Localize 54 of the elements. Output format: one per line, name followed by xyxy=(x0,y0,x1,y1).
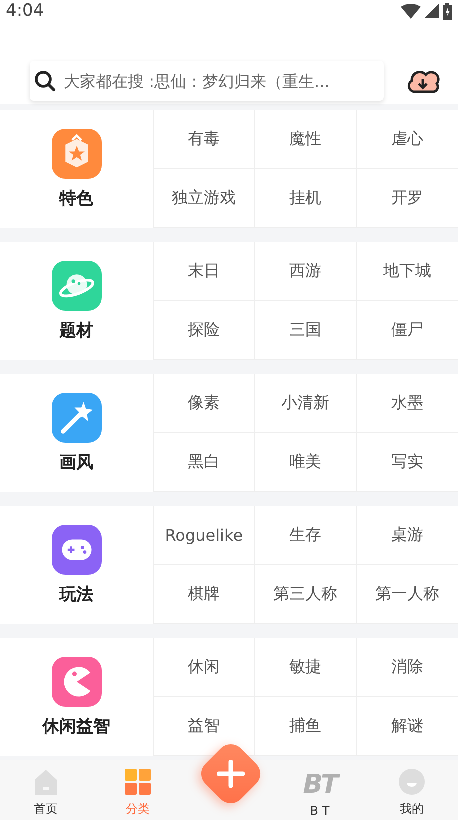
tag-item[interactable]: 三国 xyxy=(255,301,357,360)
tag-item[interactable]: 解谜 xyxy=(356,697,458,756)
tag-item[interactable]: 水墨 xyxy=(356,374,458,433)
category-title[interactable]: 画风 xyxy=(60,450,94,474)
category-icon[interactable] xyxy=(52,656,102,706)
nav-tab[interactable]: 我的 xyxy=(366,760,458,820)
tag-item[interactable]: 挂机 xyxy=(255,169,357,228)
battery-icon xyxy=(443,2,452,20)
tag-item[interactable]: 有毒 xyxy=(154,110,256,169)
signal-icon xyxy=(425,4,439,18)
nav-tab[interactable]: BT B T xyxy=(274,760,366,820)
tag-item[interactable]: 探险 xyxy=(154,301,256,360)
tag-item[interactable]: 休闲 xyxy=(154,638,256,697)
tag-item[interactable]: 生存 xyxy=(255,506,357,565)
tag-item[interactable]: 写实 xyxy=(356,433,458,492)
tag-item[interactable]: 第一人称 xyxy=(356,565,458,624)
tag-item[interactable]: 棋牌 xyxy=(154,565,256,624)
tag-item[interactable]: Roguelike xyxy=(154,506,256,565)
home-icon xyxy=(33,769,59,795)
category-icon[interactable] xyxy=(52,128,102,178)
search-icon xyxy=(34,70,56,92)
grid-icon xyxy=(125,769,151,795)
tag-item[interactable]: 开罗 xyxy=(356,169,458,228)
tag-item[interactable]: 第三人称 xyxy=(255,565,357,624)
tag-item[interactable]: 像素 xyxy=(154,374,256,433)
tag-item[interactable]: 僵尸 xyxy=(356,301,458,360)
category-title[interactable]: 题材 xyxy=(60,318,94,342)
tag-item[interactable]: 魔性 xyxy=(255,110,357,169)
nav-tab[interactable]: 首页 xyxy=(0,760,92,820)
tag-item[interactable]: 唯美 xyxy=(255,433,357,492)
tag-item[interactable]: 消除 xyxy=(356,638,458,697)
category-icon[interactable] xyxy=(52,260,102,310)
cloud-download-icon[interactable] xyxy=(406,68,440,94)
category-title[interactable]: 休闲益智 xyxy=(42,714,110,738)
tag-item[interactable]: 黑白 xyxy=(154,433,256,492)
tag-item[interactable]: 虐心 xyxy=(356,110,458,169)
tag-item[interactable]: 地下城 xyxy=(356,242,458,301)
category-title[interactable]: 玩法 xyxy=(60,582,94,606)
search-field[interactable]: 大家都在搜 :思仙：梦幻归来（重生... xyxy=(30,61,384,101)
bt-icon: BT xyxy=(303,772,337,798)
category-icon[interactable] xyxy=(52,524,102,574)
tag-item[interactable]: 西游 xyxy=(255,242,357,301)
tag-item[interactable]: 独立游戏 xyxy=(154,169,256,228)
smiley-icon xyxy=(399,769,425,795)
tag-item[interactable]: 末日 xyxy=(154,242,256,301)
category-icon[interactable] xyxy=(52,392,102,442)
status-time: 4:04 xyxy=(6,1,44,21)
tag-item[interactable]: 捕鱼 xyxy=(255,697,357,756)
wifi-icon xyxy=(401,4,421,18)
tag-item[interactable]: 小清新 xyxy=(255,374,357,433)
tag-item[interactable]: 敏捷 xyxy=(255,638,357,697)
plus-icon xyxy=(217,760,245,788)
tag-item[interactable]: 桌游 xyxy=(356,506,458,565)
category-title[interactable]: 特色 xyxy=(60,186,94,210)
